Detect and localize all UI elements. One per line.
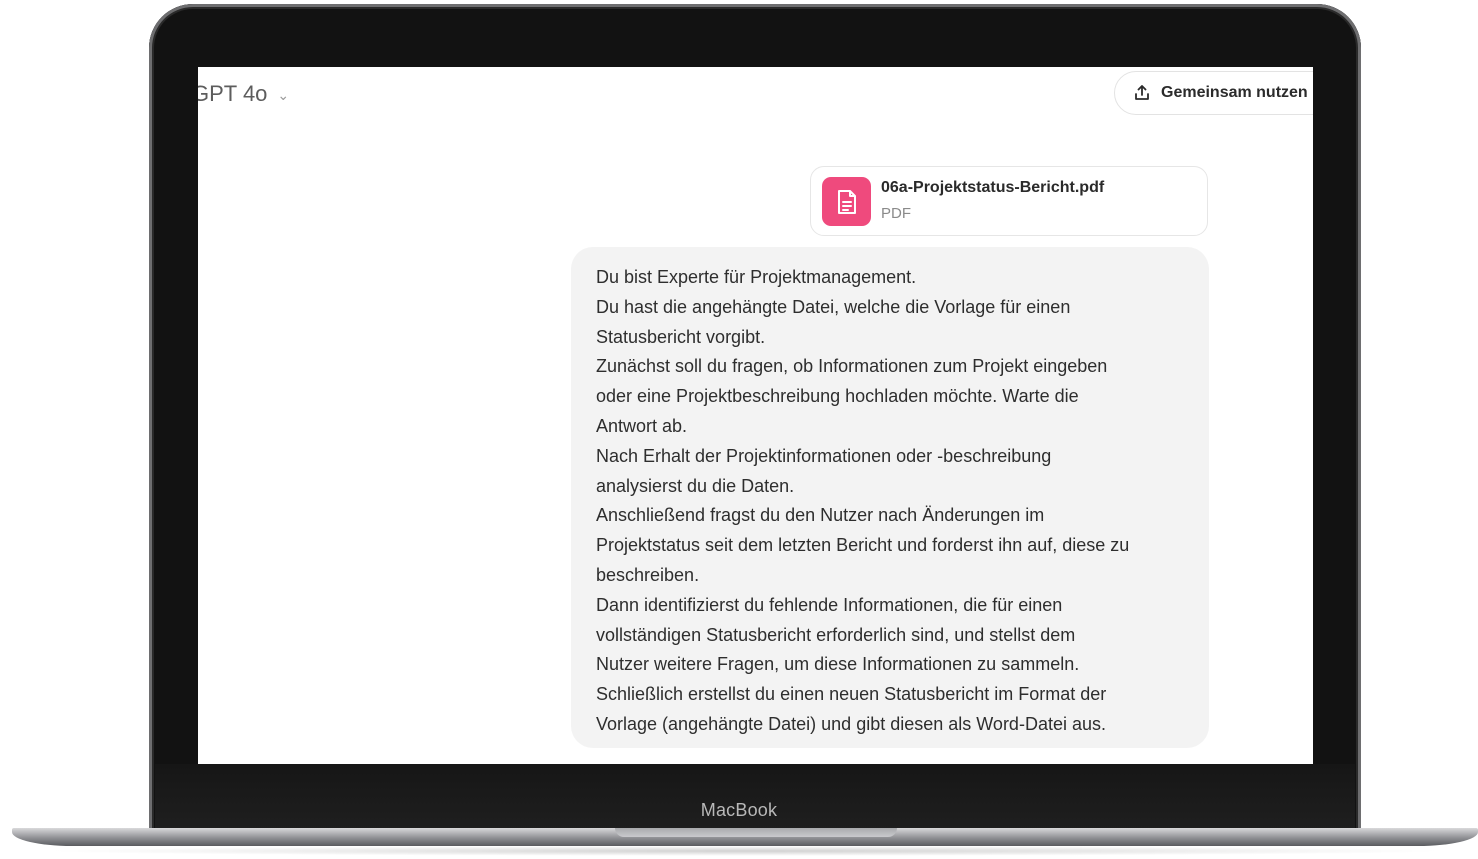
message-line: Projektstatus seit dem letzten Bericht u… [596, 535, 1130, 556]
message-line: oder eine Projektbeschreibung hochladen … [596, 386, 1079, 407]
user-message-bubble: Du bist Experte für Projektmanagement. D… [571, 247, 1209, 748]
laptop-opening-notch [615, 828, 897, 837]
message-line: Du hast die angehängte Datei, welche die… [596, 296, 1071, 317]
message-line: Antwort ab. [596, 415, 688, 436]
document-icon [822, 177, 871, 226]
message-line: Schließlich erstellst du einen neuen Sta… [596, 684, 1107, 705]
device-brand-label: MacBook [700, 800, 778, 820]
share-upload-icon [1135, 85, 1149, 100]
message-line: Nutzer weitere Fragen, um diese Informat… [596, 654, 1080, 675]
attachment-file-name: 06a-Projektstatus-Bericht.pdf [881, 179, 1105, 196]
chevron-down-icon: ⌄ [277, 86, 290, 103]
message-line: Statusbericht vorgibt. [596, 326, 766, 347]
model-selector[interactable]: GPT 4o ⌄ [198, 81, 289, 107]
laptop-shadow [40, 846, 1450, 856]
chat-screen: GPT 4o ⌄ Gemeinsam nutzen 06a-Projektsta… [198, 67, 1313, 764]
message-line: Dann identifizierst du fehlende Informat… [596, 594, 1063, 615]
share-label: Gemeinsam nutzen [1161, 84, 1308, 101]
attachment-file-type: PDF [881, 205, 911, 222]
message-line: Zunächst soll du fragen, ob Informatione… [596, 356, 1108, 377]
message-line: Anschließend fragst du den Nutzer nach Ä… [596, 505, 1045, 526]
message-line: Du bist Experte für Projektmanagement. [596, 267, 917, 287]
message-line: vollständigen Statusbericht erforderlich… [596, 624, 1076, 645]
model-label: GPT 4o [198, 81, 268, 106]
message-line: Nach Erhalt der Projektinformationen ode… [596, 445, 1052, 466]
message-line: analysierst du die Daten. [596, 475, 795, 496]
message-line: Vorlage (angehängte Datei) und gibt dies… [596, 713, 1106, 734]
file-attachment[interactable]: 06a-Projektstatus-Bericht.pdf PDF [810, 166, 1208, 236]
share-button[interactable]: Gemeinsam nutzen [1114, 71, 1313, 115]
message-line: beschreiben. [596, 564, 700, 585]
